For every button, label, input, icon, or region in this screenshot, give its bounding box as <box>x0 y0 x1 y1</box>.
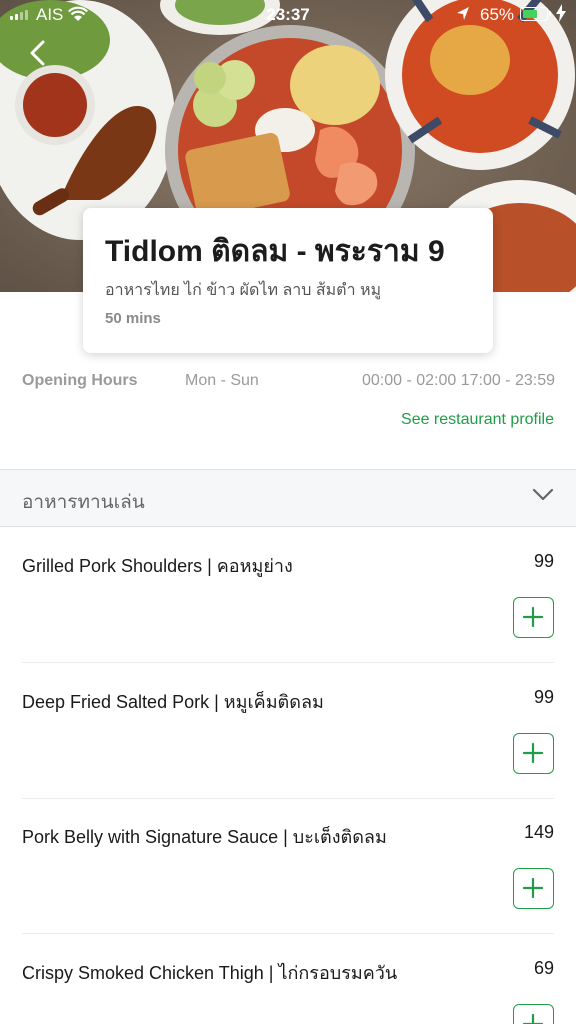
plus-icon <box>522 606 544 628</box>
add-item-button[interactable] <box>513 597 554 638</box>
battery-percent: 65% <box>480 5 515 24</box>
menu-item[interactable]: Grilled Pork Shoulders | คอหมูย่าง 99 <box>22 527 554 663</box>
opening-hours-label: Opening Hours <box>22 372 138 389</box>
location-icon <box>456 6 470 27</box>
menu-item[interactable]: Deep Fried Salted Pork | หมูเค็มติดลม 99 <box>22 663 554 799</box>
status-bar: AIS 23:37 65% <box>0 0 576 30</box>
opening-times: 00:00 - 02:00 17:00 - 23:59 <box>361 372 555 389</box>
cuisine-tags: อาหารไทย ไก่ ข้าว ผัดไท ลาบ ส้มตำ หมู <box>105 282 382 299</box>
plus-icon <box>522 877 544 899</box>
charging-icon <box>556 4 566 27</box>
menu-item-price: 99 <box>533 551 554 571</box>
battery-icon <box>520 7 551 21</box>
add-item-button[interactable] <box>513 868 554 909</box>
add-item-button[interactable] <box>513 1004 554 1024</box>
category-header[interactable]: อาหารทานเล่น <box>0 469 576 527</box>
back-icon <box>30 40 45 66</box>
delivery-time: 50 mins <box>105 310 161 327</box>
menu-item-name: Crispy Smoked Chicken Thigh | ไก่กรอบรมค… <box>22 963 398 983</box>
menu-item-name: Grilled Pork Shoulders | คอหมูย่าง <box>22 556 293 576</box>
plus-icon <box>522 742 544 764</box>
restaurant-profile-link[interactable]: See restaurant profile <box>401 411 554 429</box>
add-item-button[interactable] <box>513 733 554 774</box>
menu-item-price: 99 <box>533 687 554 707</box>
menu-item-price: 69 <box>533 958 554 978</box>
back-button[interactable] <box>22 36 56 70</box>
restaurant-info-card: Tidlom ติดลม - พระราม 9 อาหารไทย ไก่ ข้า… <box>83 208 493 353</box>
menu-item[interactable]: Pork Belly with Signature Sauce | บะเต็ง… <box>22 798 554 934</box>
menu-item-name: Deep Fried Salted Pork | หมูเค็มติดลม <box>22 692 324 712</box>
category-title: อาหารทานเล่น <box>22 492 145 513</box>
menu-item-price: 149 <box>523 822 554 842</box>
plus-icon <box>522 1013 544 1024</box>
menu-item[interactable]: Crispy Smoked Chicken Thigh | ไก่กรอบรมค… <box>22 934 554 1024</box>
chevron-down-icon <box>532 488 554 507</box>
restaurant-name: Tidlom ติดลม - พระราม 9 <box>105 235 445 268</box>
menu-item-name: Pork Belly with Signature Sauce | บะเต็ง… <box>22 827 387 847</box>
opening-days: Mon - Sun <box>185 372 259 389</box>
